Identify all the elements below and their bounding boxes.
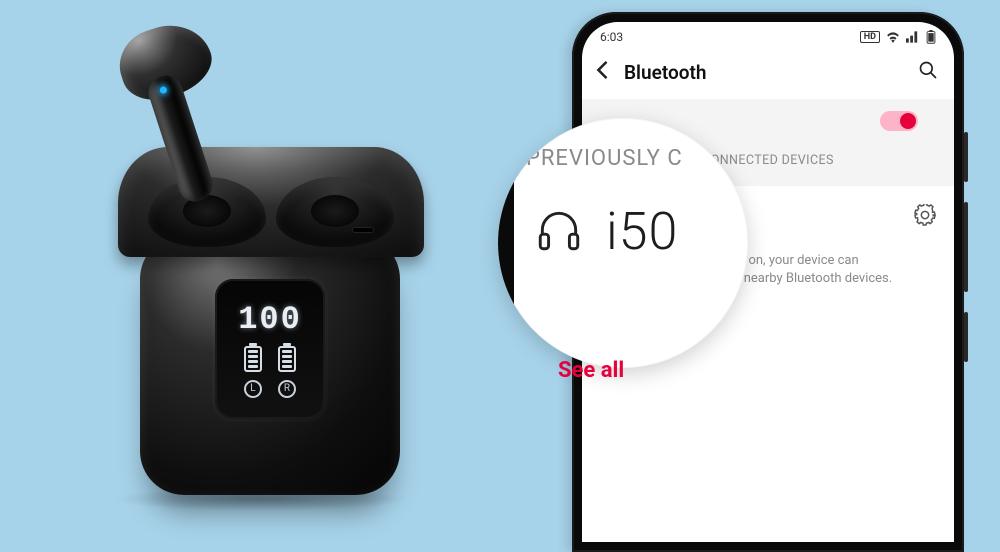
battery-right-icon [278,346,296,372]
status-bar: 6:03 HD [582,22,954,52]
earbuds-product: 100 L R [120,35,430,505]
hd-badge-icon: HD [860,31,880,43]
lr-labels-row: L R [244,380,296,398]
earbud-slot-right [276,177,394,247]
gear-icon[interactable] [914,204,936,226]
charging-case: 100 L R [140,235,400,495]
left-channel-label: L [244,380,262,398]
mic-slot-icon [352,227,374,233]
earbud-stem [144,72,217,206]
signal-icon [906,31,920,43]
phone-side-button [964,312,968,362]
case-led-display: 100 L R [215,279,325,419]
battery-icon [926,30,936,44]
right-channel-label: R [278,380,296,398]
case-battery-percent: 100 [238,301,302,338]
see-all-link[interactable]: See all [558,358,624,383]
magnifier-section-label: PREVIOUSLY C [498,146,748,171]
magnifier-callout: PREVIOUSLY C i50 [498,118,748,368]
bluetooth-header: Bluetooth [582,52,954,99]
page-title: Bluetooth [624,61,706,84]
phone-side-button [964,132,968,182]
battery-left-icon [244,346,262,372]
magnifier-device-name: i50 [606,201,678,262]
wifi-icon [886,31,900,43]
phone-side-button [964,202,968,292]
battery-icons-row [244,346,296,372]
headphones-icon [534,205,584,259]
back-icon[interactable] [596,61,608,84]
magnifier-device-row: i50 [498,171,748,262]
status-time: 6:03 [600,30,623,44]
bluetooth-toggle[interactable] [880,111,918,131]
search-icon[interactable] [918,60,938,85]
